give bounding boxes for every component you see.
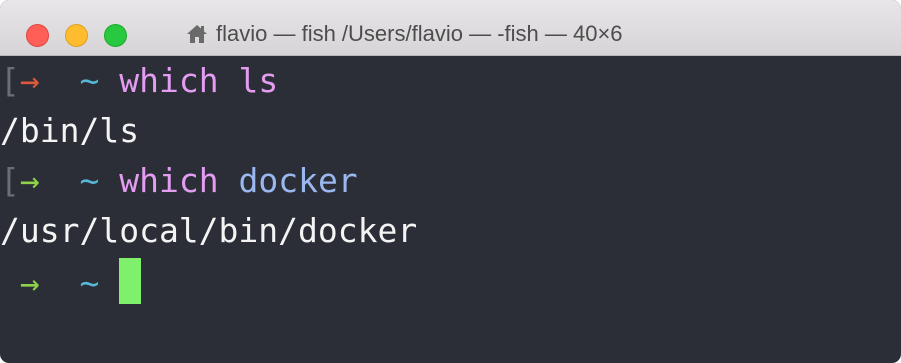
prompt-line-3: → ~ xyxy=(0,258,142,304)
command-text: which xyxy=(119,61,219,100)
prompt-line-1: [→ ~ which ls xyxy=(0,60,278,102)
output-line-1: /bin/ls xyxy=(0,111,140,150)
maximize-button[interactable] xyxy=(104,24,127,47)
text-cursor xyxy=(119,258,142,304)
prompt-bracket: [ xyxy=(0,61,20,100)
prompt-tilde: ~ xyxy=(79,61,100,100)
prompt-tilde: ~ xyxy=(79,161,100,200)
command-argument: docker xyxy=(238,161,358,200)
home-icon xyxy=(186,24,208,44)
prompt-arrow-success: → xyxy=(19,161,40,200)
prompt-tilde: ~ xyxy=(79,263,100,303)
close-button[interactable] xyxy=(26,24,49,47)
output-line-2: /usr/local/bin/docker xyxy=(0,211,418,250)
window-title-text: flavio — fish /Users/flavio — -fish — 40… xyxy=(216,21,623,46)
terminal-content[interactable]: [→ ~ which ls /bin/ls [→ ~ which docker … xyxy=(0,56,901,363)
minimize-button[interactable] xyxy=(65,24,88,47)
command-text: which xyxy=(119,161,219,200)
prompt-arrow-success: → xyxy=(19,263,40,303)
prompt-bracket: [ xyxy=(0,161,20,200)
prompt-line-2: [→ ~ which docker xyxy=(0,160,358,202)
terminal-window: flavio — fish /Users/flavio — -fish — 40… xyxy=(0,0,901,363)
command-argument: ls xyxy=(238,61,279,100)
window-title: flavio — fish /Users/flavio — -fish — 40… xyxy=(186,21,623,47)
prompt-arrow-error: → xyxy=(19,61,40,100)
title-bar[interactable]: flavio — fish /Users/flavio — -fish — 40… xyxy=(0,0,901,56)
